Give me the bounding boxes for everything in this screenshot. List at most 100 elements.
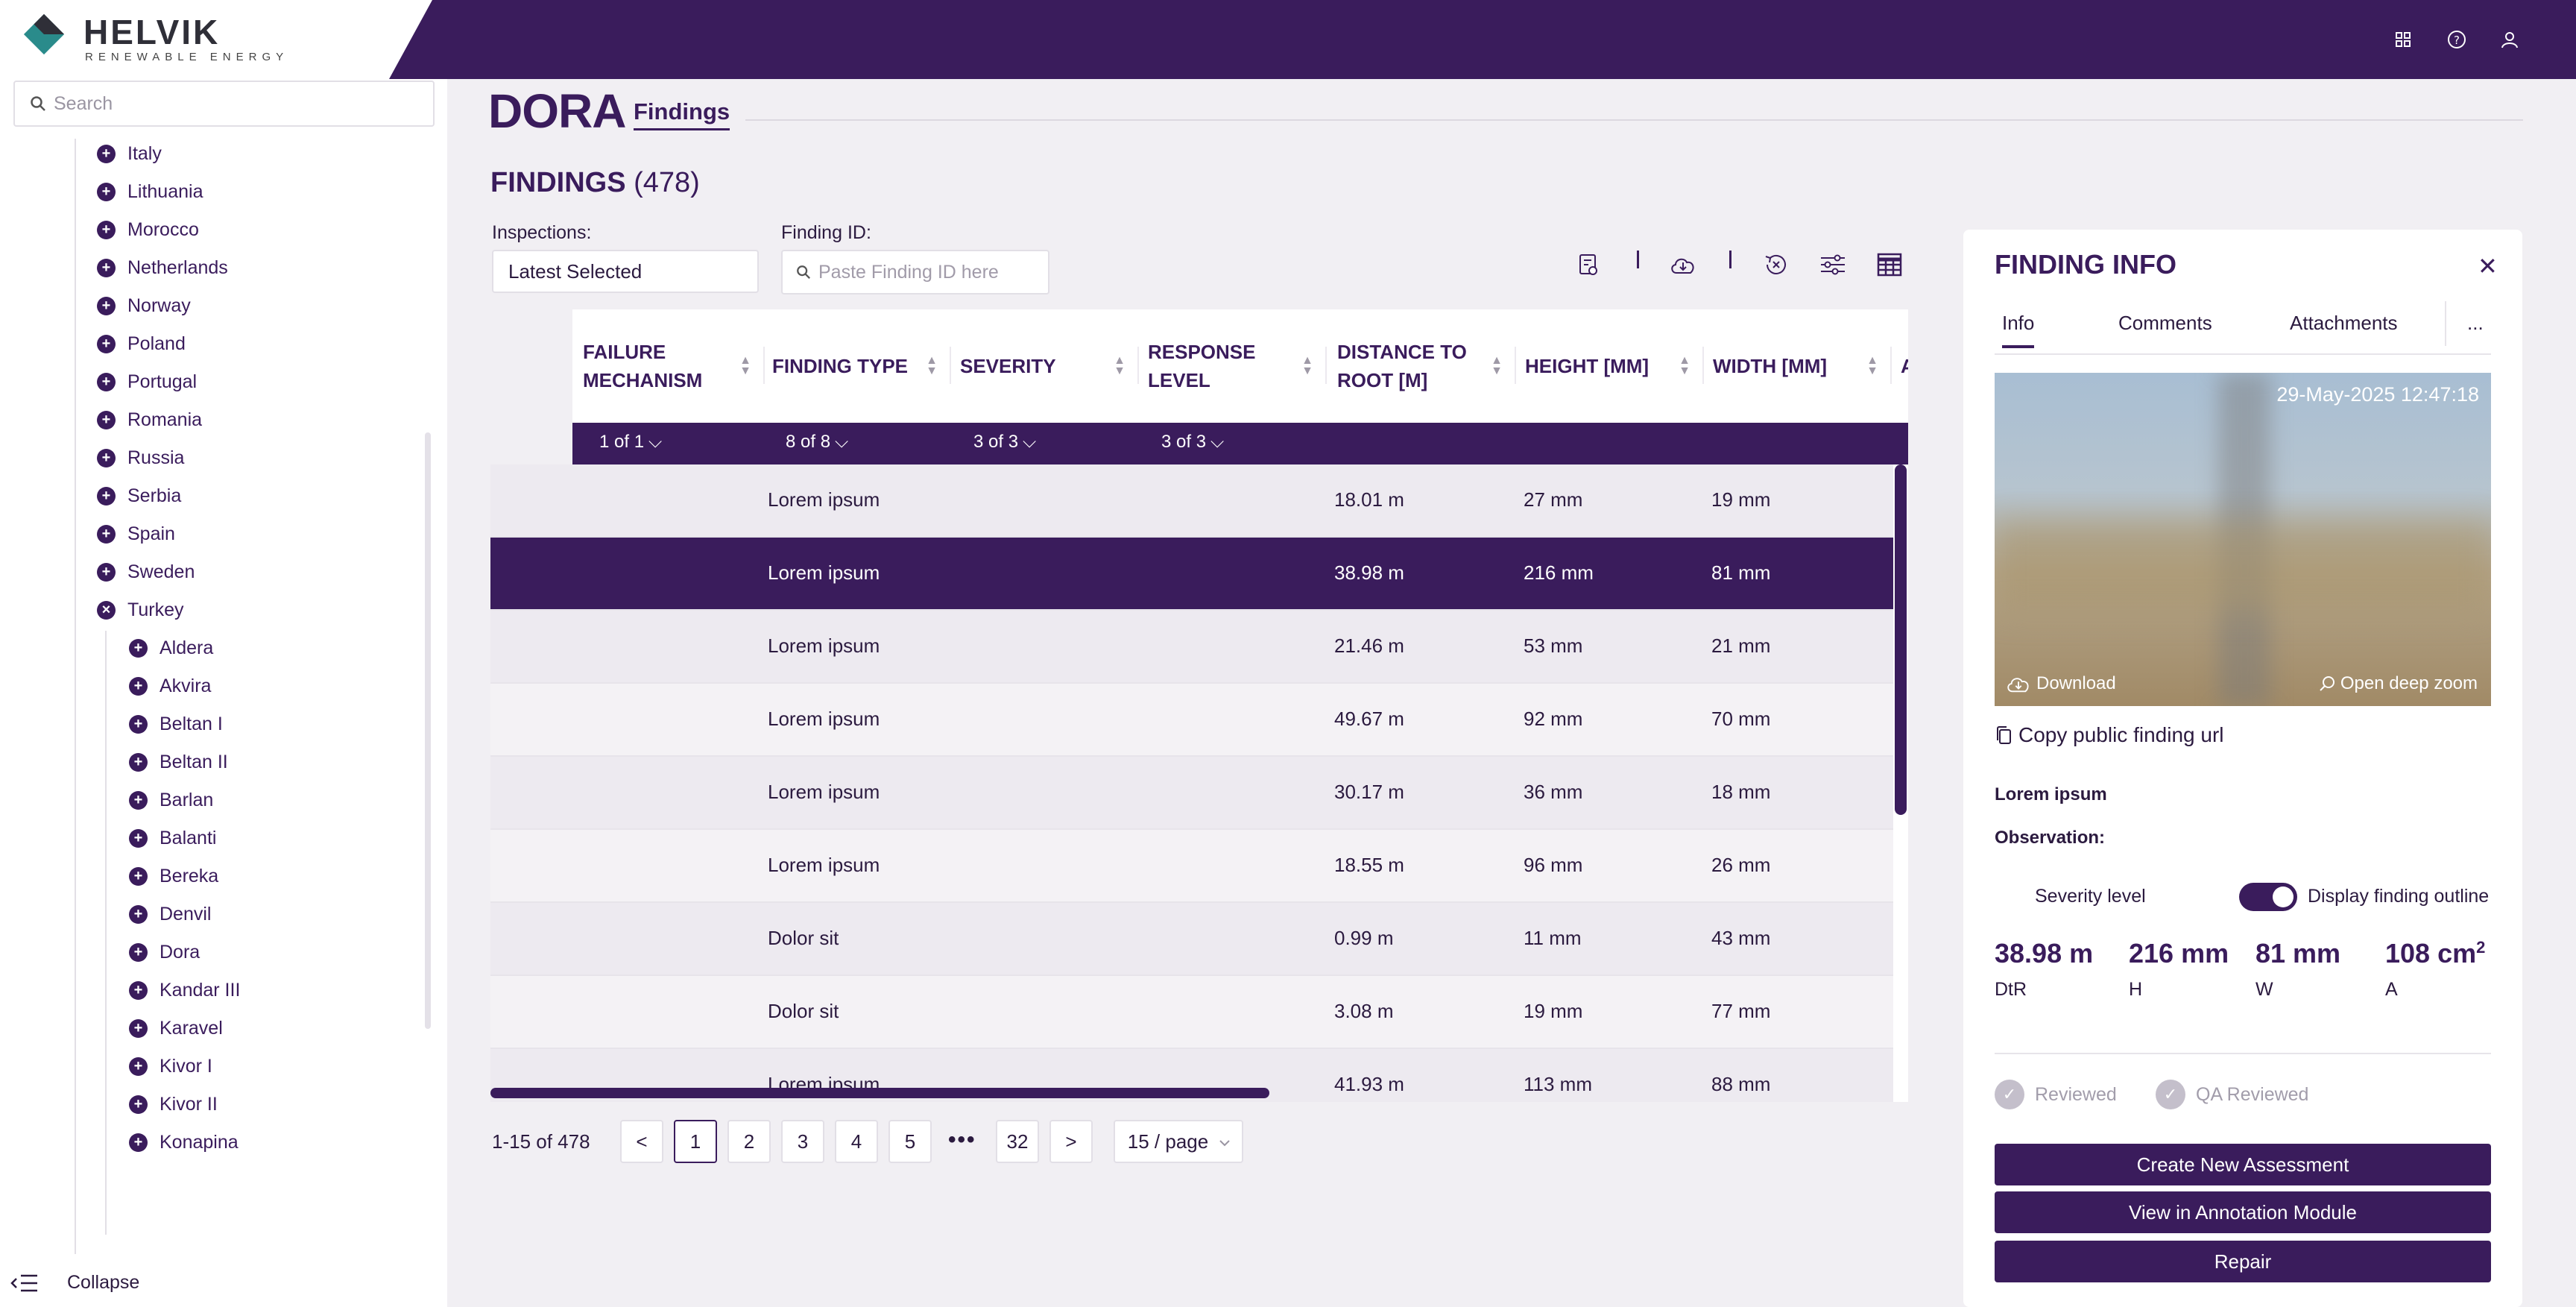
- tab-comments[interactable]: Comments: [2118, 312, 2212, 335]
- expand-icon[interactable]: +: [97, 182, 116, 201]
- tree-item-country[interactable]: + Norway: [97, 291, 191, 321]
- grid-icon[interactable]: [2389, 25, 2417, 54]
- tree-item-country[interactable]: + Russia: [97, 443, 184, 473]
- tree-item-site[interactable]: + Aldera: [129, 633, 213, 663]
- pagination-page-2[interactable]: 2: [727, 1120, 771, 1163]
- tree-item-site[interactable]: + Karavel: [129, 1013, 223, 1043]
- expand-icon[interactable]: +: [129, 1095, 148, 1114]
- column-header[interactable]: FAILURE MECHANISM ▲ ▼: [583, 309, 759, 423]
- tree-item-country[interactable]: + Italy: [97, 139, 162, 169]
- column-header[interactable]: DISTANCE TO ROOT [M] ▲ ▼: [1337, 309, 1510, 423]
- collapse-button[interactable]: Collapse: [10, 1272, 139, 1294]
- expand-icon[interactable]: +: [97, 334, 116, 353]
- sort-icon[interactable]: ▲ ▼: [739, 355, 751, 377]
- expand-icon[interactable]: +: [97, 296, 116, 315]
- tab-more[interactable]: ...: [2467, 312, 2484, 335]
- tree-item-site[interactable]: + Konapina: [129, 1127, 239, 1157]
- tree-item-site[interactable]: + Kivor II: [129, 1089, 218, 1119]
- help-icon[interactable]: ?: [2443, 25, 2471, 54]
- column-filter-dropdown[interactable]: 3 of 3 ⌵: [1161, 432, 1224, 453]
- user-icon[interactable]: [2496, 25, 2524, 54]
- tree-item-site[interactable]: + Kivor I: [129, 1051, 212, 1081]
- column-filter-dropdown[interactable]: 8 of 8 ⌵: [786, 432, 848, 453]
- table-vertical-scrollbar[interactable]: [1895, 464, 1907, 815]
- tree-item-country[interactable]: + Portugal: [97, 367, 197, 397]
- tab-findings[interactable]: Findings: [634, 98, 730, 130]
- sort-icon[interactable]: ▲ ▼: [1301, 355, 1313, 377]
- sliders-icon[interactable]: [1814, 246, 1852, 283]
- pagination-next-button[interactable]: >: [1049, 1120, 1093, 1163]
- tree-item-country[interactable]: × Turkey: [97, 595, 183, 625]
- tree-item-site[interactable]: + Bereka: [129, 861, 218, 891]
- expand-icon[interactable]: +: [129, 638, 148, 658]
- pagination-prev-button[interactable]: <: [620, 1120, 663, 1163]
- reviewed-checkbox[interactable]: ✓ Reviewed: [1995, 1080, 2117, 1109]
- inspections-select[interactable]: Latest Selected: [492, 250, 759, 293]
- expand-icon[interactable]: +: [129, 714, 148, 734]
- expand-icon[interactable]: +: [129, 790, 148, 810]
- column-header[interactable]: WIDTH [MM] ▲ ▼: [1713, 309, 1886, 423]
- open-deep-zoom-button[interactable]: Open deep zoom: [2318, 673, 2478, 694]
- table-row[interactable]: Lorem ipsum 38.98 m 216 mm 81 mm: [490, 538, 1893, 611]
- table-row[interactable]: Dolor sit 3.08 m 19 mm 77 mm: [490, 976, 1893, 1049]
- column-header[interactable]: A: [1901, 309, 1908, 423]
- expand-icon[interactable]: +: [129, 904, 148, 924]
- expand-icon[interactable]: +: [97, 372, 116, 391]
- sort-icon[interactable]: ▲ ▼: [1679, 355, 1690, 377]
- column-header[interactable]: SEVERITY ▲ ▼: [960, 309, 1133, 423]
- expand-icon[interactable]: +: [97, 486, 116, 506]
- table-row[interactable]: Lorem ipsum 18.55 m 96 mm 26 mm: [490, 830, 1893, 903]
- expand-icon[interactable]: +: [97, 524, 116, 544]
- expand-icon[interactable]: +: [97, 144, 116, 163]
- create-assessment-button[interactable]: Create New Assessment: [1995, 1144, 2491, 1185]
- column-header[interactable]: RESPONSE LEVEL ▲ ▼: [1148, 309, 1321, 423]
- tree-item-country[interactable]: + Serbia: [97, 481, 181, 511]
- expand-icon[interactable]: +: [129, 676, 148, 696]
- expand-icon[interactable]: +: [129, 828, 148, 848]
- expand-icon[interactable]: +: [129, 1056, 148, 1076]
- tree-item-site[interactable]: + Barlan: [129, 785, 213, 815]
- sort-icon[interactable]: ▲ ▼: [1866, 355, 1878, 377]
- expand-icon[interactable]: +: [129, 1018, 148, 1038]
- pagination-page-4[interactable]: 4: [835, 1120, 878, 1163]
- reset-filters-icon[interactable]: [1758, 246, 1795, 283]
- table-view-icon[interactable]: [1871, 246, 1908, 283]
- finding-id-input[interactable]: Paste Finding ID here: [781, 250, 1049, 295]
- tree-item-site[interactable]: + Beltan I: [129, 709, 223, 739]
- page-size-select[interactable]: 15 / page: [1114, 1120, 1243, 1163]
- expand-icon[interactable]: +: [129, 752, 148, 772]
- tree-item-site[interactable]: + Balanti: [129, 823, 216, 853]
- tree-item-country[interactable]: + Morocco: [97, 215, 199, 245]
- search-input[interactable]: Search: [13, 81, 435, 127]
- pagination-ellipsis[interactable]: •••: [948, 1127, 976, 1153]
- table-row[interactable]: Lorem ipsum 49.67 m 92 mm 70 mm: [490, 684, 1893, 757]
- pagination-page-5[interactable]: 5: [888, 1120, 932, 1163]
- expand-icon[interactable]: +: [97, 448, 116, 467]
- sidebar-scrollbar[interactable]: [425, 432, 431, 1029]
- tree-item-country[interactable]: + Spain: [97, 519, 175, 549]
- column-header[interactable]: FINDING TYPE ▲ ▼: [772, 309, 945, 423]
- report-icon[interactable]: [1570, 246, 1607, 283]
- tree-item-site[interactable]: + Beltan II: [129, 747, 228, 777]
- tree-item-country[interactable]: + Netherlands: [97, 253, 228, 283]
- column-filter-dropdown[interactable]: 1 of 1 ⌵: [599, 432, 662, 453]
- table-horizontal-scrollbar[interactable]: [490, 1088, 1269, 1098]
- copy-url-button[interactable]: Copy public finding url: [1995, 723, 2224, 747]
- pagination-last-page[interactable]: 32: [996, 1120, 1039, 1163]
- qa-reviewed-checkbox[interactable]: ✓ QA Reviewed: [2156, 1080, 2308, 1109]
- expand-icon[interactable]: +: [129, 1133, 148, 1152]
- outline-toggle[interactable]: [2239, 883, 2297, 911]
- tree-item-site[interactable]: + Dora: [129, 937, 200, 967]
- download-image-button[interactable]: Download: [2005, 673, 2116, 694]
- table-row[interactable]: Lorem ipsum 30.17 m 36 mm 18 mm: [490, 757, 1893, 830]
- tab-info[interactable]: Info: [2002, 312, 2035, 348]
- cloud-download-icon[interactable]: [1664, 246, 1702, 283]
- finding-image[interactable]: 29-May-2025 12:47:18 Download Open deep …: [1995, 373, 2491, 706]
- close-icon[interactable]: ✕: [2478, 252, 2498, 280]
- view-annotation-button[interactable]: View in Annotation Module: [1995, 1191, 2491, 1233]
- table-row[interactable]: Lorem ipsum 21.46 m 53 mm 21 mm: [490, 611, 1893, 684]
- expand-icon[interactable]: +: [97, 410, 116, 429]
- tree-item-site[interactable]: + Akvira: [129, 671, 211, 701]
- expand-icon[interactable]: +: [129, 980, 148, 1000]
- tree-item-site[interactable]: + Denvil: [129, 899, 211, 929]
